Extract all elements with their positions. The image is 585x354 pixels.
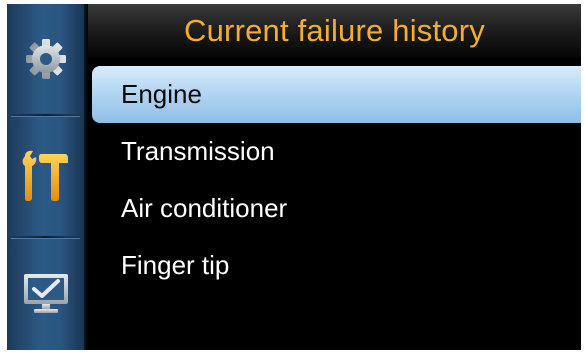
page-title: Current failure history [184, 13, 485, 48]
menu-item-air-conditioner[interactable]: Air conditioner [88, 180, 581, 237]
sidebar-item-maintenance[interactable] [7, 116, 84, 236]
icon-sidebar [7, 4, 84, 350]
gear-icon [25, 39, 66, 79]
page-header: Current failure history [88, 4, 581, 58]
menu-item-engine[interactable]: Engine [92, 66, 581, 123]
display-screen: Current failure history Engine Transmiss… [7, 4, 581, 350]
tools-icon [22, 150, 68, 201]
monitor-check-icon [23, 274, 68, 313]
menu-item-transmission[interactable]: Transmission [88, 123, 581, 180]
sidebar-item-monitor[interactable] [7, 238, 84, 350]
sidebar-item-settings[interactable] [7, 4, 84, 114]
menu-item-finger-tip[interactable]: Finger tip [88, 237, 581, 294]
failure-menu-list: Engine Transmission Air conditioner Fing… [88, 66, 581, 294]
